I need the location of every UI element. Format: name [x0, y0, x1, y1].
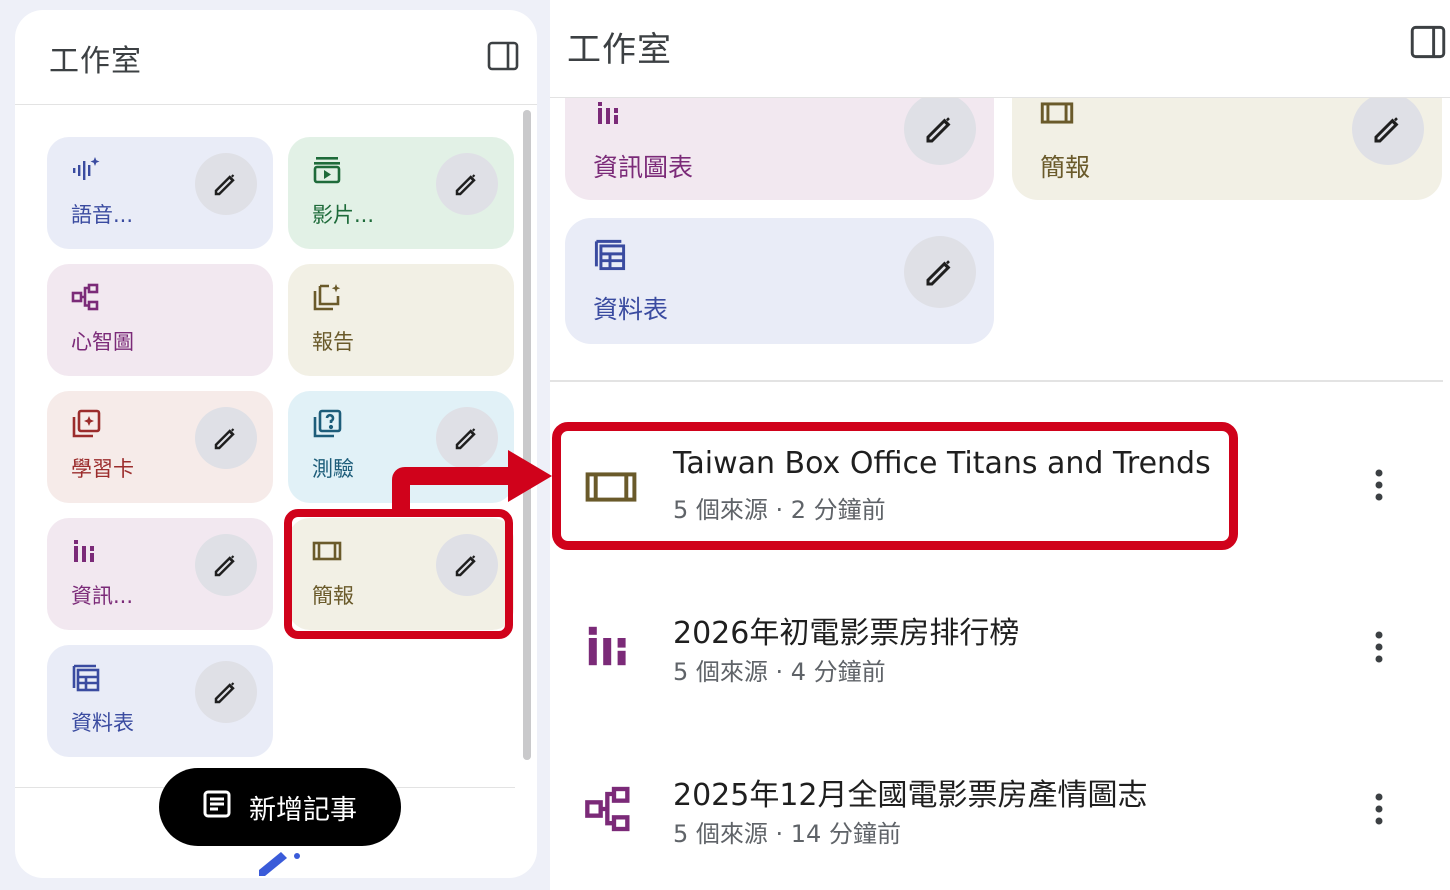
edit-button[interactable] [436, 153, 498, 215]
pencil-icon [455, 174, 476, 196]
more-options-icon[interactable] [1365, 627, 1393, 667]
infographic-icon [584, 622, 638, 676]
tile-label: 語音... [71, 203, 134, 227]
tile-label: 簡報 [1040, 153, 1091, 182]
note-meta: 5 個來源 · 14 分鐘前 [673, 820, 901, 848]
edit-button[interactable] [436, 534, 498, 596]
slides-icon [584, 460, 638, 514]
edit-button[interactable] [904, 93, 976, 165]
video-icon [312, 155, 342, 185]
infographic-icon [595, 98, 625, 132]
pencil-icon [214, 682, 235, 704]
tile-report[interactable]: 報告 [288, 264, 514, 376]
note-title: 2025年12月全國電影票房產情圖志 [673, 778, 1148, 813]
pencil-icon [214, 174, 235, 196]
panel-title: 工作室 [49, 44, 142, 79]
tile-label: 測驗 [312, 457, 354, 481]
note-item-mind-map[interactable]: 2025年12月全國電影票房產情圖志 5 個來源 · 14 分鐘前 [550, 744, 1450, 874]
more-options-icon[interactable] [1365, 789, 1393, 829]
note-meta: 5 個來源 · 2 分鐘前 [673, 496, 886, 524]
edit-button[interactable] [195, 153, 257, 215]
note-title: Taiwan Box Office Titans and Trends [673, 446, 1211, 481]
tile-infographic[interactable]: 資訊... [47, 518, 273, 630]
scrollbar-thumb[interactable] [523, 110, 531, 760]
tile-audio-overview[interactable]: 語音... [47, 137, 273, 249]
edit-button[interactable] [904, 236, 976, 308]
tile-label: 簡報 [312, 584, 354, 608]
tile-mind-map[interactable]: 心智圖 [47, 264, 273, 376]
tile-flashcards[interactable]: 學習卡 [47, 391, 273, 503]
header-divider-overlay [550, 97, 1450, 98]
mind-map-icon [584, 784, 638, 838]
tile-data-table[interactable]: 資料表 [47, 645, 273, 757]
pencil-icon [926, 260, 951, 286]
mind-map-icon [71, 282, 101, 312]
data-table-icon [71, 663, 101, 693]
data-table-icon [593, 238, 627, 276]
add-note-button[interactable]: 新增記事 [159, 768, 401, 846]
edit-button[interactable] [1352, 93, 1424, 165]
tile-label: 資訊圖表 [593, 153, 694, 182]
tile-label: 學習卡 [71, 457, 134, 481]
edit-button[interactable] [195, 534, 257, 596]
note-icon [203, 790, 231, 825]
section-divider [550, 380, 1443, 382]
tile-label: 心智圖 [71, 330, 134, 354]
report-icon [312, 282, 342, 312]
tile-label: 資訊... [71, 584, 134, 608]
header-background [550, 0, 1450, 97]
slides-icon [1040, 96, 1074, 134]
tile-label: 資料表 [593, 295, 669, 324]
note-title: 2026年初電影票房排行榜 [673, 616, 1020, 651]
audio-wave-icon [71, 155, 101, 185]
tile-label: 報告 [312, 330, 354, 354]
pencil-icon [214, 555, 235, 577]
header-divider [15, 104, 537, 105]
note-item-slides[interactable]: Taiwan Box Office Titans and Trends 5 個來… [550, 420, 1450, 550]
tile-video-overview[interactable]: 影片... [288, 137, 514, 249]
pencil-icon [926, 117, 951, 143]
add-note-label: 新增記事 [249, 794, 357, 826]
quiz-icon [312, 409, 342, 439]
studio-panel-right: 工作室 資訊圖表 簡報 工作室 資料表 Tai [550, 0, 1450, 890]
edit-button[interactable] [195, 661, 257, 723]
infographic-icon [71, 536, 101, 566]
flashcard-icon [71, 409, 101, 439]
note-item-infographic[interactable]: 2026年初電影票房排行榜 5 個來源 · 4 分鐘前 [550, 582, 1450, 712]
panel-toggle-icon[interactable] [487, 40, 519, 72]
scrollbar[interactable] [523, 110, 531, 760]
panel-title-overlay: 工作室 [567, 30, 672, 70]
tile-label: 資料表 [71, 711, 134, 735]
panel-toggle-icon-overlay[interactable] [1410, 24, 1446, 60]
note-meta: 5 個來源 · 4 分鐘前 [673, 658, 886, 686]
arrow-connector [392, 450, 552, 512]
pencil-icon [214, 428, 235, 450]
tile-slides[interactable]: 簡報 [288, 518, 514, 630]
slides-icon [312, 536, 342, 566]
tile-data-table[interactable]: 資料表 [565, 218, 994, 344]
edit-button[interactable] [195, 407, 257, 469]
pencil-icon [1374, 117, 1399, 143]
tile-label: 影片... [312, 203, 375, 227]
more-options-icon[interactable] [1365, 465, 1393, 505]
pencil-icon [455, 555, 476, 577]
pencil-sparkle-icon [255, 842, 315, 878]
